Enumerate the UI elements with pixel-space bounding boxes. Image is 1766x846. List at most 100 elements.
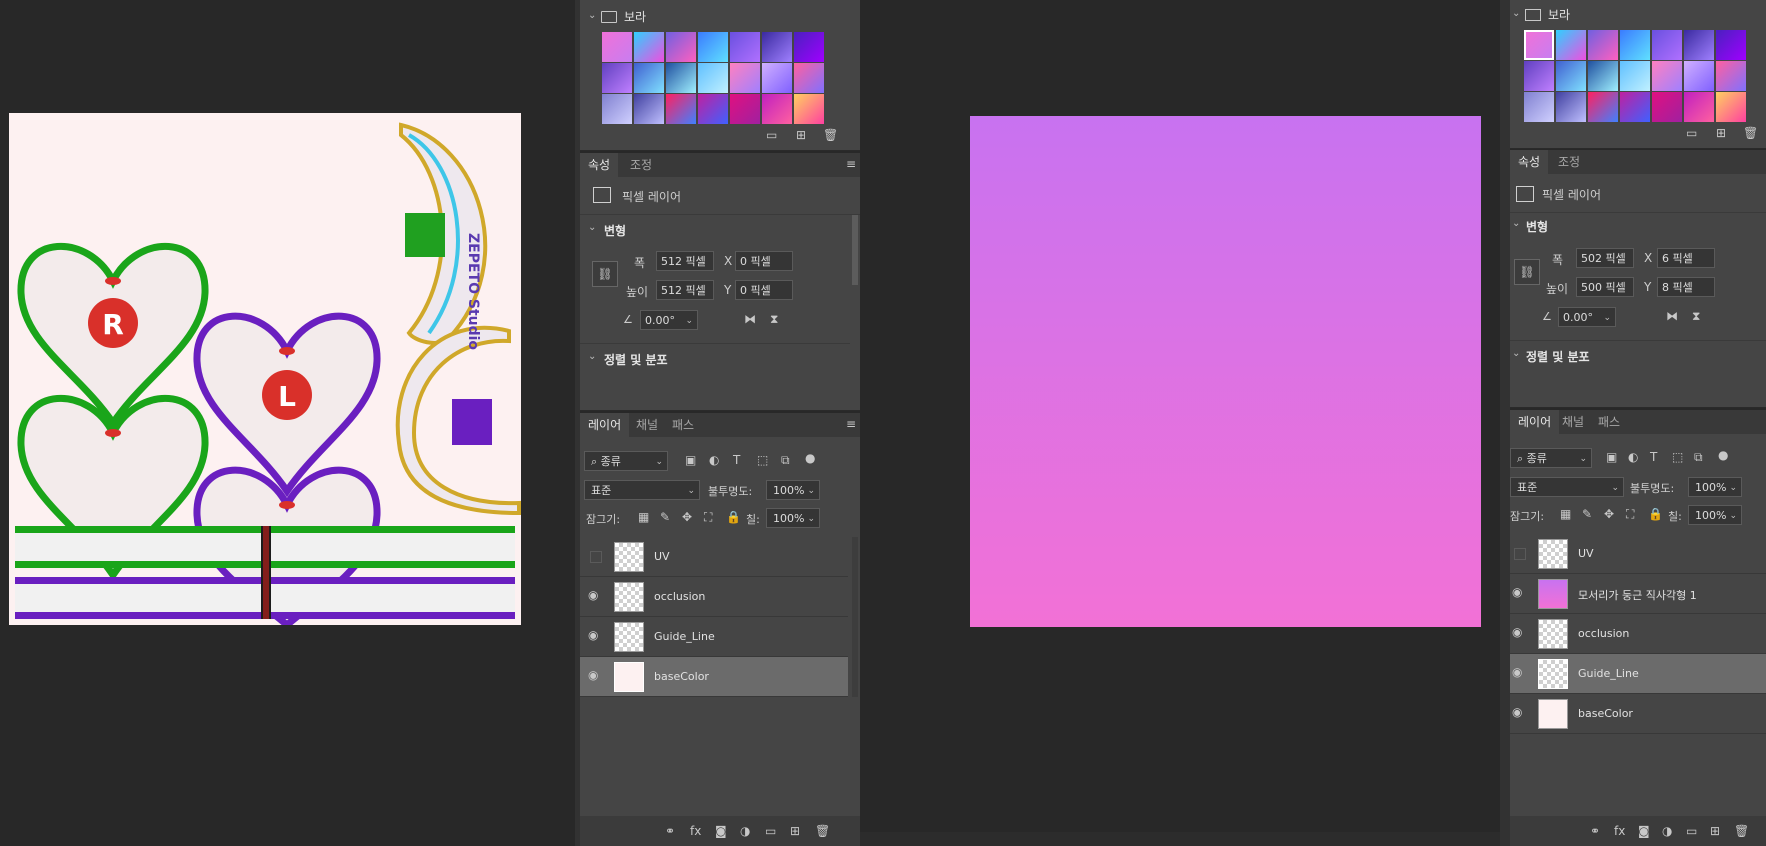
filter-toggle-icon[interactable]: ●	[1718, 448, 1728, 462]
opacity-field[interactable]: 100% ⌄	[766, 480, 820, 500]
link-layers-icon[interactable]: ⚭	[1590, 824, 1600, 838]
fill-field[interactable]: 100% ⌄	[1688, 505, 1742, 525]
delete-layer-icon[interactable]: 🗑	[1734, 824, 1749, 838]
fill-field[interactable]: 100% ⌄	[766, 508, 820, 528]
swatch-preset[interactable]	[602, 32, 632, 62]
layers-menu-icon[interactable]: ≡	[846, 417, 856, 431]
blend-mode-dropdown[interactable]: 표준 ⌄	[1510, 477, 1624, 497]
group-folder-icon[interactable]: ▭	[1686, 824, 1697, 838]
tab-channels[interactable]: 채널	[628, 413, 666, 437]
swatch-preset[interactable]	[1620, 30, 1650, 60]
align-section-title[interactable]: 정렬 및 분포	[1526, 348, 1590, 365]
swatch-preset[interactable]	[634, 94, 664, 124]
swatch-preset[interactable]	[666, 94, 696, 124]
new-folder-icon[interactable]: ▭	[766, 128, 777, 142]
swatch-preset[interactable]	[666, 63, 696, 93]
filter-shape-icon[interactable]: ⬚	[1672, 450, 1683, 464]
eye-icon[interactable]: ◉	[1512, 665, 1522, 679]
trash-icon[interactable]: 🗑	[1743, 126, 1758, 140]
blend-mode-dropdown[interactable]: 표준 ⌄	[584, 480, 700, 500]
bottom-scroll-track[interactable]	[860, 832, 1510, 846]
swatch-preset[interactable]	[634, 63, 664, 93]
filter-type-icon[interactable]: T	[1650, 450, 1657, 464]
flip-horizontal-icon[interactable]: ⧓	[744, 312, 756, 326]
trash-icon[interactable]: 🗑	[823, 128, 838, 142]
new-folder-icon[interactable]: ▭	[1686, 126, 1697, 140]
adjustment-layer-icon[interactable]: ◑	[740, 824, 750, 838]
panel-menu-icon[interactable]: ≡	[846, 157, 856, 171]
link-layers-icon[interactable]: ⚭	[665, 824, 675, 838]
new-swatch-icon[interactable]: ⊞	[1716, 126, 1726, 140]
flip-vertical-icon[interactable]: ⧗	[770, 312, 778, 327]
swatch-preset[interactable]	[1652, 30, 1682, 60]
swatch-preset[interactable]	[1716, 61, 1746, 91]
opacity-field[interactable]: 100% ⌄	[1688, 477, 1742, 497]
swatch-preset[interactable]	[1684, 92, 1714, 122]
lock-move-icon[interactable]: ✥	[682, 510, 692, 524]
height-field[interactable]: 512 픽셀	[656, 280, 714, 300]
tab-adjustments[interactable]: 조정	[1550, 150, 1588, 174]
swatch-preset[interactable]	[762, 63, 792, 93]
visibility-box[interactable]	[1514, 548, 1526, 560]
layers-scrollbar[interactable]	[852, 537, 858, 697]
swatch-preset[interactable]	[1588, 30, 1618, 60]
new-layer-icon[interactable]: ⊞	[1710, 824, 1720, 838]
width-field[interactable]: 502 픽셀	[1576, 248, 1634, 268]
filter-type-icon[interactable]: T	[733, 453, 740, 467]
swatch-preset[interactable]	[666, 32, 696, 62]
swatch-preset[interactable]	[1652, 92, 1682, 122]
swatch-preset[interactable]	[1684, 61, 1714, 91]
layer-row-guide-line[interactable]: ◉ Guide_Line	[1510, 654, 1766, 694]
swatch-preset[interactable]	[1524, 30, 1554, 60]
layer-row-rounded-rect[interactable]: ◉ 모서리가 둥근 직사각형 1	[1510, 574, 1766, 614]
swatch-preset[interactable]	[1556, 92, 1586, 122]
tab-paths[interactable]: 패스	[1590, 410, 1628, 434]
height-field[interactable]: 500 픽셀	[1576, 277, 1634, 297]
tab-properties[interactable]: 속성	[1510, 150, 1549, 174]
eye-icon[interactable]: ◉	[588, 668, 598, 682]
filter-toggle-icon[interactable]: ●	[805, 451, 815, 465]
swatch-preset[interactable]	[602, 63, 632, 93]
fx-icon[interactable]: fx	[690, 824, 701, 838]
fx-icon[interactable]: fx	[1614, 824, 1625, 838]
lock-artboard-icon[interactable]: ⛶	[1626, 507, 1634, 522]
swatch-preset[interactable]	[634, 32, 664, 62]
tab-layers[interactable]: 레이어	[1510, 410, 1560, 434]
swatch-preset[interactable]	[1684, 30, 1714, 60]
eye-icon[interactable]: ◉	[1512, 585, 1522, 599]
swatch-preset[interactable]	[794, 32, 824, 62]
transform-section-title[interactable]: 변형	[1526, 218, 1548, 235]
add-mask-icon[interactable]: ◙	[715, 824, 727, 838]
swatch-preset[interactable]	[1716, 92, 1746, 122]
collapse-chevron-icon[interactable]: ⌄	[1512, 8, 1520, 19]
adjustment-layer-icon[interactable]: ◑	[1662, 824, 1672, 838]
group-folder-icon[interactable]: ▭	[765, 824, 776, 838]
angle-field[interactable]: 0.00° ⌄	[640, 310, 698, 330]
eye-icon[interactable]: ◉	[588, 588, 598, 602]
swatch-preset[interactable]	[1556, 30, 1586, 60]
gradient-canvas[interactable]	[970, 116, 1481, 627]
tab-layers[interactable]: 레이어	[580, 413, 630, 437]
filter-adjust-icon[interactable]: ◐	[709, 453, 719, 467]
layer-filter-dropdown[interactable]: ⌕ 종류 ⌄	[1510, 448, 1592, 468]
y-field[interactable]: 0 픽셀	[735, 280, 793, 300]
delete-layer-icon[interactable]: 🗑	[815, 824, 830, 838]
tab-channels[interactable]: 채널	[1554, 410, 1592, 434]
filter-adjust-icon[interactable]: ◐	[1628, 450, 1638, 464]
lock-paint-icon[interactable]: ✎	[1582, 507, 1592, 521]
filter-smart-icon[interactable]: ⧉	[781, 453, 790, 468]
add-mask-icon[interactable]: ◙	[1638, 824, 1650, 838]
swatch-preset[interactable]	[1588, 61, 1618, 91]
layer-row-occlusion[interactable]: ◉ occlusion	[580, 577, 848, 617]
layer-row-occlusion[interactable]: ◉ occlusion	[1510, 614, 1766, 654]
swatch-preset[interactable]	[1524, 92, 1554, 122]
x-field[interactable]: 6 픽셀	[1657, 248, 1715, 268]
collapse-chevron-icon[interactable]: ⌄	[588, 10, 596, 21]
swatch-preset[interactable]	[730, 63, 760, 93]
swatch-preset[interactable]	[698, 63, 728, 93]
link-dimensions-icon[interactable]: ⛓	[1514, 259, 1540, 285]
swatch-preset[interactable]	[1620, 92, 1650, 122]
swatch-preset[interactable]	[1588, 92, 1618, 122]
filter-shape-icon[interactable]: ⬚	[757, 453, 768, 467]
angle-field[interactable]: 0.00° ⌄	[1558, 307, 1616, 327]
